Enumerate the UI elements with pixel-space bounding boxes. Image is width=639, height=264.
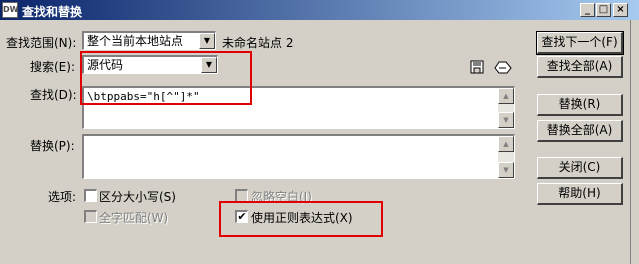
title-bar: DW 查找和替换 _ □ × bbox=[0, 0, 639, 20]
annotation-box-search-type bbox=[80, 51, 252, 105]
scroll-down-icon[interactable]: ▼ bbox=[498, 162, 514, 178]
minimize-button[interactable]: _ bbox=[580, 3, 595, 17]
find-all-button[interactable]: 查找全部(A) bbox=[537, 56, 623, 78]
find-next-button[interactable]: 查找下一个(F) bbox=[536, 31, 624, 55]
window-edge bbox=[630, 20, 639, 264]
save-icon[interactable] bbox=[470, 60, 484, 78]
open-query-icon[interactable] bbox=[493, 59, 513, 79]
replace-label: 替换(P): bbox=[30, 139, 75, 153]
dreamweaver-app-icon: DW bbox=[2, 2, 18, 18]
close-button[interactable]: 关闭(C) bbox=[537, 157, 623, 179]
replace-textarea[interactable]: ▲ ▼ bbox=[82, 134, 515, 179]
chevron-down-icon[interactable]: ▼ bbox=[199, 33, 215, 49]
find-label: 查找(D): bbox=[30, 88, 77, 102]
replace-button[interactable]: 替换(R) bbox=[537, 94, 623, 116]
match-case-label[interactable]: 区分大小写(S) bbox=[99, 188, 176, 205]
replace-scrollbar[interactable]: ▲ ▼ bbox=[498, 136, 514, 178]
replace-all-button[interactable]: 替换全部(A) bbox=[537, 120, 623, 142]
search-scope-select[interactable]: 整个当前本地站点 ▼ bbox=[82, 31, 216, 50]
search-scope-label: 查找范围(N): bbox=[6, 36, 77, 50]
window-title: 查找和替换 bbox=[22, 5, 83, 19]
match-case-checkbox[interactable] bbox=[84, 189, 97, 202]
scroll-down-icon[interactable]: ▼ bbox=[498, 112, 514, 128]
scroll-up-icon[interactable]: ▲ bbox=[498, 136, 514, 152]
search-scope-value: 整个当前本地站点 bbox=[87, 34, 184, 48]
annotation-box-regex bbox=[219, 201, 383, 237]
scroll-up-icon[interactable]: ▲ bbox=[498, 88, 514, 104]
search-type-label: 搜索(E): bbox=[30, 60, 75, 74]
site-name-text: 未命名站点 2 bbox=[222, 36, 294, 50]
maximize-button[interactable]: □ bbox=[596, 3, 611, 17]
whole-word-label: 全字匹配(W) bbox=[99, 211, 169, 225]
find-scrollbar[interactable]: ▲ ▼ bbox=[498, 88, 514, 128]
help-button[interactable]: 帮助(H) bbox=[537, 183, 623, 205]
close-window-button[interactable]: × bbox=[613, 3, 628, 17]
options-label: 选项: bbox=[48, 190, 77, 204]
whole-word-checkbox bbox=[84, 210, 97, 223]
